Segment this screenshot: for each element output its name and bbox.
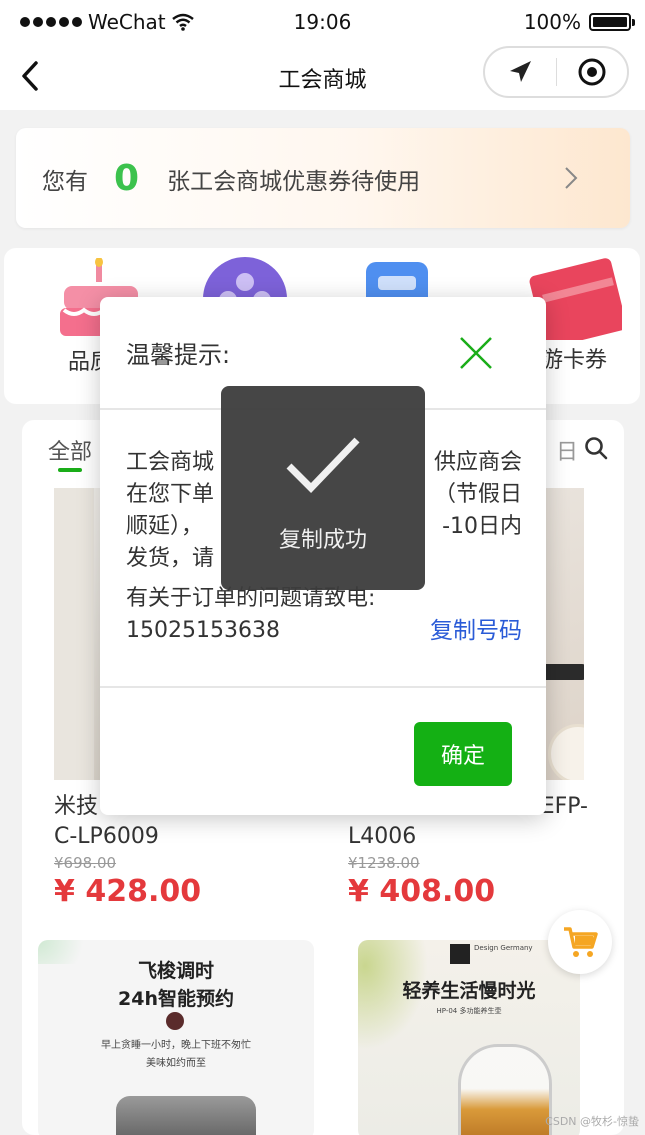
- divider: [100, 686, 546, 688]
- watermark: CSDN @牧杉-惊蛰: [545, 1115, 639, 1128]
- success-toast: 复制成功: [221, 386, 425, 590]
- toast-text: 复制成功: [278, 528, 367, 553]
- phone-number: 15025153638: [126, 618, 280, 643]
- confirm-button[interactable]: 确定: [414, 722, 512, 786]
- phone-row: 15025153638 复制号码: [126, 615, 522, 647]
- dialog-title: 温馨提示:: [126, 341, 231, 369]
- checkmark-icon: [286, 437, 360, 494]
- close-icon[interactable]: [456, 333, 496, 373]
- copy-number-link[interactable]: 复制号码: [430, 615, 522, 647]
